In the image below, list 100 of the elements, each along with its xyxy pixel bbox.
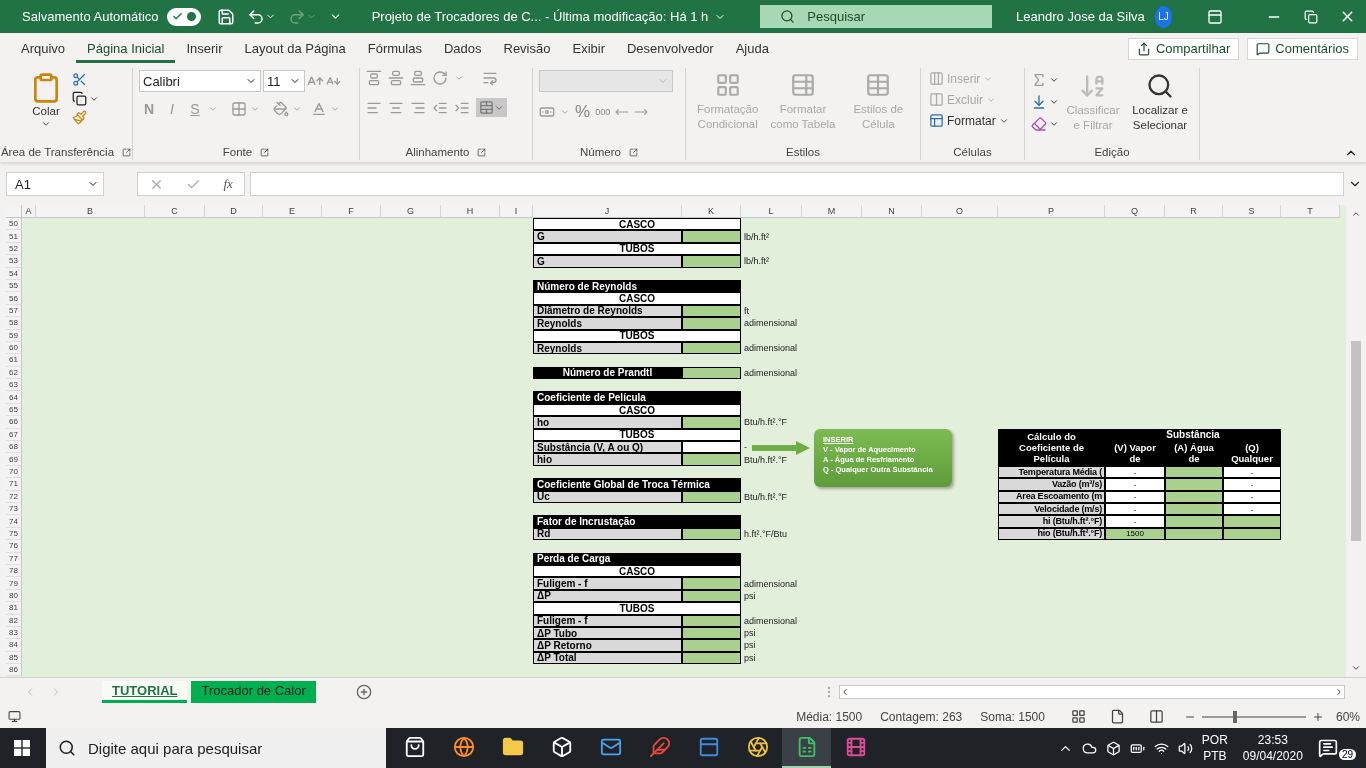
- column-header[interactable]: D: [205, 205, 263, 218]
- window-icon[interactable]: [697, 736, 720, 758]
- value-cell[interactable]: [682, 317, 741, 330]
- value-cell[interactable]: [1165, 515, 1223, 528]
- launcher-icon[interactable]: [122, 147, 132, 157]
- sheet-tab[interactable]: Trocador de Calor: [191, 680, 316, 703]
- paste-button[interactable]: Colar: [28, 70, 64, 131]
- cells-button[interactable]: Formatar: [927, 112, 1011, 129]
- row-header[interactable]: 76: [6, 540, 22, 553]
- row-header[interactable]: 53: [6, 255, 22, 268]
- value-cell[interactable]: [682, 453, 741, 466]
- column-header[interactable]: B: [36, 205, 145, 218]
- row-header[interactable]: 61: [6, 354, 22, 367]
- caret-icon[interactable]: [1049, 75, 1059, 85]
- film-icon[interactable]: [844, 736, 867, 758]
- column-header[interactable]: N: [862, 205, 922, 218]
- slider-thumb[interactable]: [1233, 710, 1238, 723]
- row-header[interactable]: 84: [6, 639, 22, 652]
- value-cell[interactable]: -: [1223, 478, 1281, 491]
- merge-button[interactable]: [476, 98, 507, 117]
- sheet-tab[interactable]: TUTORIAL: [102, 680, 188, 703]
- cloud-icon[interactable]: [1081, 740, 1097, 756]
- value-cell[interactable]: [682, 230, 741, 243]
- column-header[interactable]: T: [1281, 205, 1340, 218]
- caret-icon[interactable]: [1049, 97, 1059, 107]
- column-header[interactable]: A: [22, 205, 36, 218]
- column-header[interactable]: S: [1223, 205, 1281, 218]
- active-app-slot[interactable]: [782, 728, 831, 768]
- share-button[interactable]: Compartilhar: [1127, 37, 1240, 60]
- row-header[interactable]: 63: [6, 379, 22, 392]
- wifi-icon[interactable]: [1153, 740, 1169, 756]
- add-sheet-icon[interactable]: [355, 683, 372, 700]
- fill-down-icon[interactable]: [1031, 94, 1047, 110]
- row-header[interactable]: 86: [6, 664, 22, 677]
- scroll-left-icon[interactable]: [840, 686, 850, 697]
- ribbon-tab[interactable]: Fórmulas: [356, 34, 433, 63]
- ribbon-tab[interactable]: Desenvolvedor: [616, 34, 725, 63]
- row-header[interactable]: 66: [6, 416, 22, 429]
- autosave-toggle[interactable]: [166, 7, 201, 26]
- box-icon[interactable]: [1105, 740, 1121, 756]
- formula-input[interactable]: [250, 172, 1344, 196]
- shopping-bag-icon[interactable]: [403, 736, 426, 758]
- scroll-up-icon[interactable]: [1351, 209, 1361, 219]
- value-cell[interactable]: [682, 639, 741, 652]
- row-header[interactable]: 69: [6, 453, 22, 466]
- normal-view-icon[interactable]: [1070, 709, 1086, 724]
- envelope-icon[interactable]: [599, 736, 622, 758]
- align-top-icon[interactable]: [366, 70, 382, 86]
- speaker-icon[interactable]: [1177, 740, 1193, 756]
- ribbon-tab[interactable]: Arquivo: [10, 34, 77, 63]
- borders-icon[interactable]: [231, 101, 247, 117]
- column-header[interactable]: O: [922, 205, 998, 218]
- column-header[interactable]: E: [263, 205, 322, 218]
- zoom-in-icon[interactable]: [1311, 710, 1324, 723]
- row-header[interactable]: 68: [6, 441, 22, 454]
- caret-icon[interactable]: [1049, 119, 1059, 129]
- orientation-icon[interactable]: [432, 70, 448, 86]
- scroll-thumb[interactable]: [1351, 341, 1361, 541]
- font-size-field[interactable]: 11: [263, 70, 305, 92]
- value-cell[interactable]: [682, 577, 741, 590]
- launcher-icon[interactable]: [260, 147, 270, 157]
- ribbon-display-icon[interactable]: [1206, 8, 1223, 25]
- column-header[interactable]: R: [1165, 205, 1223, 218]
- value-cell[interactable]: -: [1105, 515, 1165, 528]
- ribbon-tab[interactable]: Inserir: [175, 34, 234, 63]
- ribbon-tab[interactable]: Layout da Página: [233, 34, 357, 63]
- scroll-right-icon[interactable]: [1334, 686, 1344, 697]
- globe-icon[interactable]: [452, 736, 475, 758]
- launcher-icon[interactable]: [477, 147, 487, 157]
- column-header[interactable]: M: [802, 205, 862, 218]
- value-cell[interactable]: [682, 366, 741, 380]
- fill-color-icon[interactable]: [273, 101, 289, 117]
- column-header[interactable]: Q: [1105, 205, 1165, 218]
- start-icon[interactable]: [14, 740, 30, 756]
- wrap-text-icon[interactable]: [482, 70, 498, 86]
- ribbon-tab[interactable]: Revisão: [492, 34, 562, 63]
- column-header[interactable]: G: [381, 205, 441, 218]
- page-layout-icon[interactable]: [1109, 709, 1125, 724]
- row-header[interactable]: 64: [6, 391, 22, 404]
- value-cell[interactable]: [682, 441, 741, 454]
- row-header[interactable]: 79: [6, 577, 22, 590]
- column-header[interactable]: J: [533, 205, 682, 218]
- comments-button[interactable]: Comentários: [1247, 37, 1358, 60]
- scissors-icon[interactable]: [72, 72, 87, 87]
- launcher-icon[interactable]: [628, 147, 638, 157]
- save-icon[interactable]: [216, 7, 235, 26]
- search-field[interactable]: Pesquisar: [760, 5, 993, 28]
- row-header[interactable]: 81: [6, 602, 22, 615]
- row-header[interactable]: 51: [6, 230, 22, 243]
- align-bottom-icon[interactable]: [410, 70, 426, 86]
- column-header[interactable]: K: [682, 205, 741, 218]
- value-cell[interactable]: -: [1105, 478, 1165, 491]
- font-name-field[interactable]: Calibri: [139, 70, 261, 92]
- ribbon-tab[interactable]: Página Inicial: [76, 34, 176, 63]
- language-indicator[interactable]: POR PTB: [1201, 732, 1228, 764]
- user-avatar[interactable]: LJ: [1154, 5, 1173, 28]
- row-header[interactable]: 50: [6, 218, 22, 231]
- edit-button[interactable]: Localizar e Selecionar: [1127, 70, 1193, 135]
- taskbar-search-field[interactable]: Digite aqui para pesquisar: [46, 728, 386, 768]
- eraser-icon[interactable]: [1031, 116, 1047, 132]
